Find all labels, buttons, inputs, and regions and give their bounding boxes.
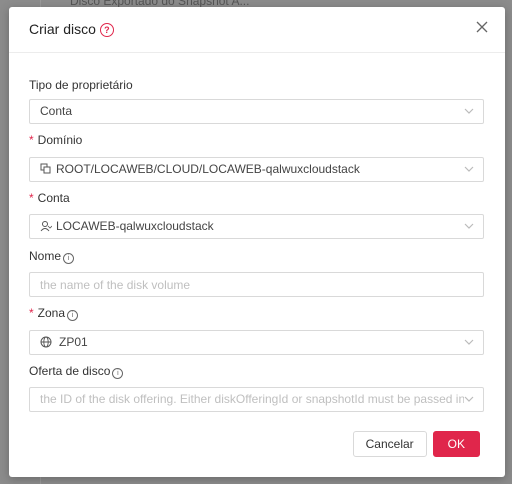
account-label: * Conta <box>29 188 70 208</box>
chevron-down-icon <box>464 223 474 229</box>
required-asterisk: * <box>29 306 34 320</box>
chevron-down-icon <box>464 166 474 172</box>
chevron-down-icon <box>464 108 474 114</box>
info-circle-icon[interactable]: i <box>63 253 75 264</box>
domain-value: ROOT/LOCAWEB/CLOUD/LOCAWEB-qalwuxcloudst… <box>56 162 360 176</box>
zone-label-text: Zona <box>37 306 66 320</box>
required-asterisk: * <box>29 191 34 205</box>
domain-label: * Domínio <box>29 130 82 150</box>
ok-button[interactable]: OK <box>432 431 480 457</box>
zone-value: ZP01 <box>59 335 88 349</box>
name-label: Nome i <box>29 246 75 266</box>
owner-type-label: Tipo de proprietário <box>29 78 133 92</box>
owner-type-field: Tipo de proprietário <box>29 75 484 95</box>
domain-label-text: Domínio <box>37 133 83 147</box>
dialog-header: Criar disco? <box>9 7 505 53</box>
create-disk-dialog: Criar disco? Tipo de proprietário Conta … <box>9 7 505 477</box>
required-asterisk: * <box>29 133 34 147</box>
close-icon[interactable] <box>475 20 489 34</box>
domain-select[interactable]: ROOT/LOCAWEB/CLOUD/LOCAWEB-qalwuxcloudst… <box>29 157 484 182</box>
cancel-button[interactable]: Cancelar <box>352 431 427 457</box>
chevron-down-icon <box>464 395 474 403</box>
dialog-footer: Cancelar OK <box>352 431 480 457</box>
owner-type-select[interactable]: Conta <box>29 99 484 124</box>
disk-offering-label: Oferta de disco i <box>29 361 124 381</box>
disk-offering-label-text: Oferta de disco <box>29 364 111 378</box>
name-input[interactable] <box>29 272 484 297</box>
disk-offering-select[interactable]: the ID of the disk offering. Either disk… <box>29 387 484 412</box>
dialog-title-text: Criar disco <box>29 21 96 37</box>
zone-select[interactable]: ZP01 <box>29 330 484 355</box>
user-icon <box>40 221 52 232</box>
zone-label: * Zona i <box>29 303 79 323</box>
account-value: LOCAWEB-qalwuxcloudstack <box>56 219 214 233</box>
question-circle-icon[interactable]: ? <box>99 23 114 37</box>
info-circle-icon[interactable]: i <box>112 368 124 379</box>
chevron-down-icon <box>464 339 474 345</box>
owner-type-value: Conta <box>40 104 73 118</box>
account-select[interactable]: LOCAWEB-qalwuxcloudstack <box>29 214 484 239</box>
name-label-text: Nome <box>29 249 62 263</box>
dialog-title: Criar disco? <box>29 21 114 37</box>
account-label-text: Conta <box>37 191 70 205</box>
domain-tree-icon <box>40 163 51 174</box>
globe-icon <box>40 336 52 348</box>
info-circle-icon[interactable]: i <box>67 310 79 321</box>
disk-offering-placeholder: the ID of the disk offering. Either disk… <box>40 392 469 406</box>
